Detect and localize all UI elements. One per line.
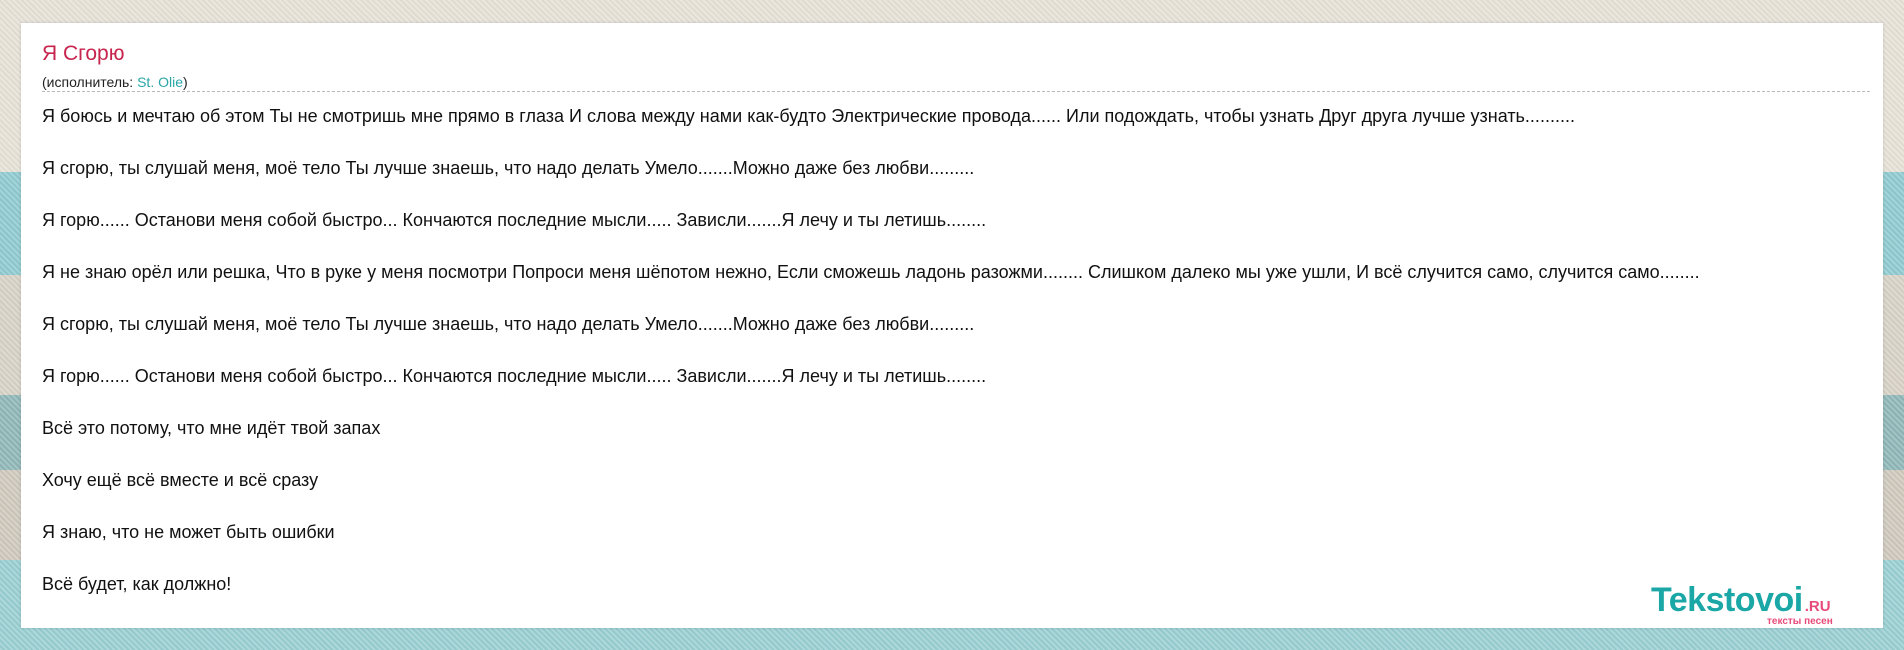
site-logo[interactable]: Tekstovoi .RU тексты песен (1651, 581, 1833, 627)
lyrics-line: Всё это потому, что мне идёт твой запах (42, 418, 381, 438)
lyrics-line: Всё будет, как должно! (42, 574, 232, 594)
header-divider (42, 91, 1870, 92)
lyrics-line: Я горю...... Останови меня собой быстро.… (42, 366, 987, 386)
lyrics-body: Я боюсь и мечтаю об этом Ты не смотришь … (42, 105, 1883, 625)
song-title: Я Сгорю (42, 42, 125, 65)
performer-suffix: ) (183, 74, 188, 90)
performer-link[interactable]: St. Olie (137, 74, 183, 90)
lyrics-card: Я Сгорю (исполнитель: St. Olie) Я боюсь … (21, 23, 1883, 628)
lyrics-line: Я горю...... Останови меня собой быстро.… (42, 210, 987, 230)
logo-tld: .RU (1804, 598, 1831, 615)
performer-line: (исполнитель: St. Olie) (42, 74, 188, 90)
lyrics-line: Я сгорю, ты слушай меня, моё тело Ты луч… (42, 314, 975, 334)
logo-tagline: тексты песен (1767, 616, 1833, 627)
lyrics-line: Я знаю, что не может быть ошибки (42, 522, 335, 542)
lyrics-line: Я сгорю, ты слушай меня, моё тело Ты луч… (42, 158, 975, 178)
performer-prefix: (исполнитель: (42, 74, 138, 90)
lyrics-line: Я боюсь и мечтаю об этом Ты не смотришь … (42, 106, 1575, 126)
lyrics-line: Хочу ещё всё вместе и всё сразу (42, 470, 319, 490)
logo-wordmark: Tekstovoi (1651, 581, 1803, 619)
lyrics-line: Я не знаю орёл или решка, Что в руке у м… (42, 262, 1700, 282)
